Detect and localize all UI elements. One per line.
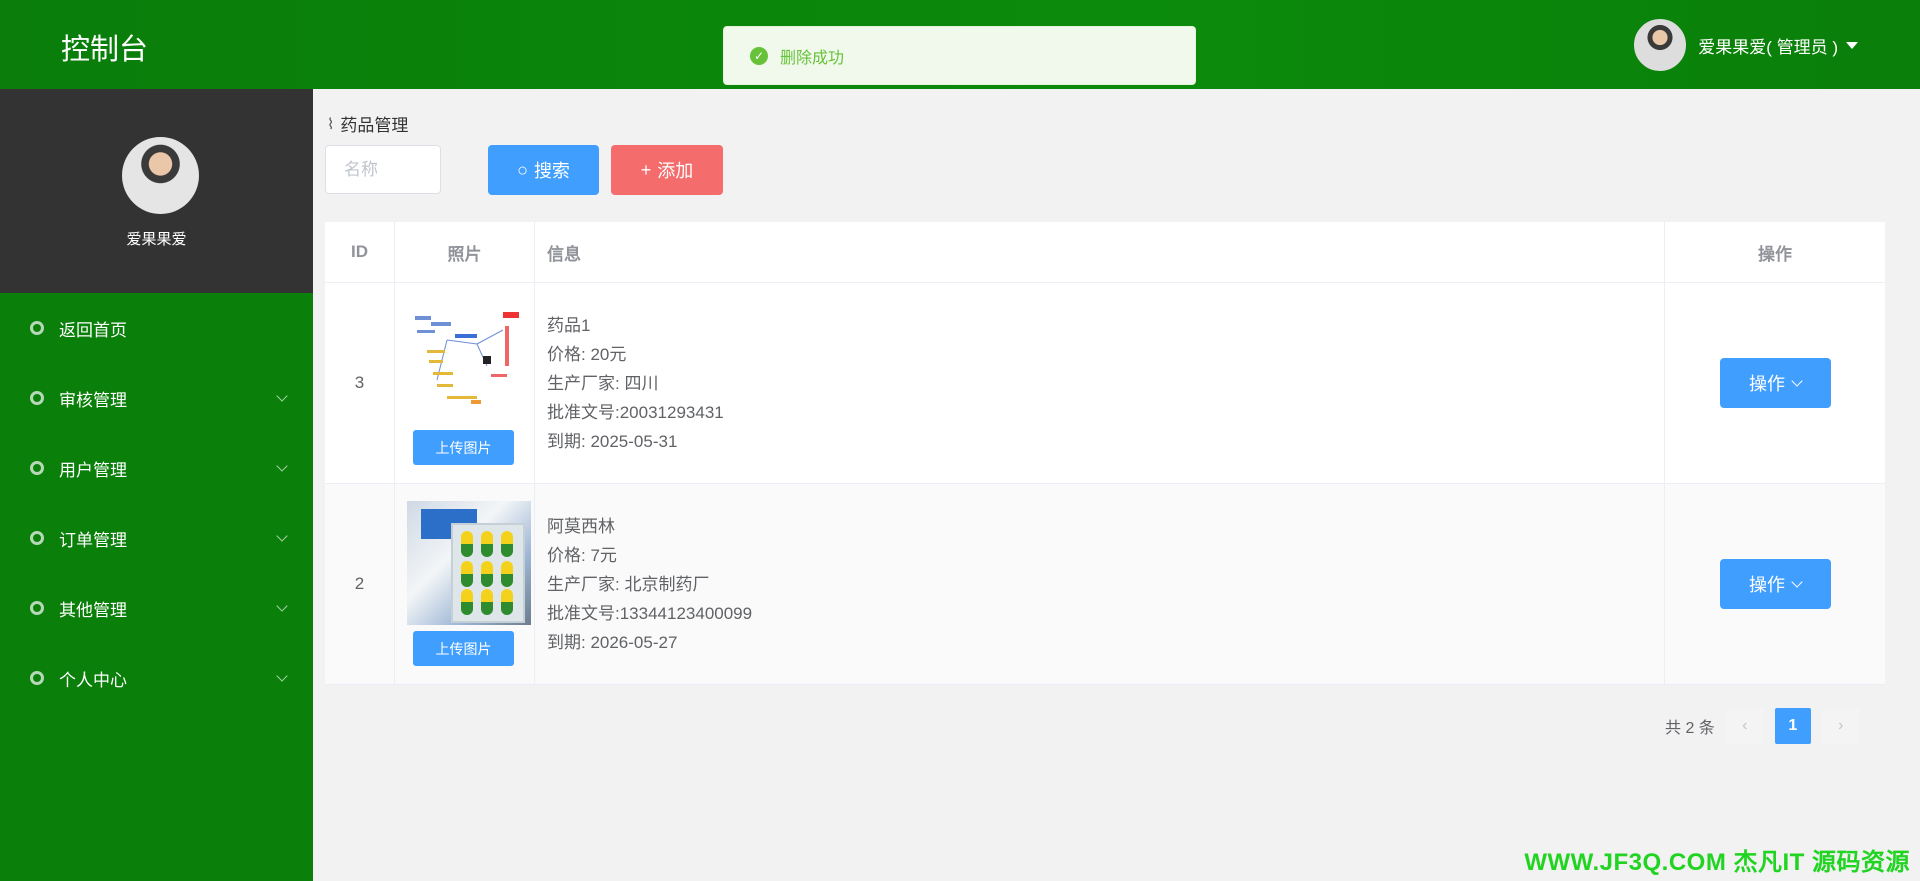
medicine-expiry: 到期: 2025-05-31 — [547, 431, 678, 451]
sidebar-profile: 爱果果爱 — [0, 89, 313, 293]
toast-message: 删除成功 — [780, 49, 845, 67]
profile-avatar — [122, 137, 199, 214]
row-op: 操作 — [1665, 484, 1885, 684]
add-button-label: 添加 — [657, 161, 694, 181]
table-row: 3 上传图片 药品1 价格: 20元 生产厂家: 四川 批准文号:2003129… — [325, 283, 1885, 484]
medicine-price: 价格: 7元 — [547, 545, 617, 565]
header-info: 信息 — [535, 222, 1665, 282]
sidebar-item-other[interactable]: 其他管理 — [0, 573, 313, 643]
sidebar-item-orders[interactable]: 订单管理 — [0, 503, 313, 573]
row-photo: 上传图片 — [395, 283, 535, 483]
search-button-label: 搜索 — [533, 161, 570, 181]
menu-dot-icon — [30, 531, 44, 545]
sidebar-item-home[interactable]: 返回首页 — [0, 293, 313, 363]
sidebar-item-label: 其他管理 — [59, 600, 127, 620]
header-op: 操作 — [1758, 244, 1792, 264]
next-page-button[interactable]: › — [1822, 708, 1859, 744]
medicine-maker: 生产厂家: 北京制药厂 — [547, 574, 710, 594]
medicine-approval: 批准文号:13344123400099 — [547, 603, 753, 623]
add-button[interactable]: + 添加 — [611, 145, 723, 195]
upload-image-button[interactable]: 上传图片 — [413, 430, 514, 465]
search-icon: ○ — [517, 159, 528, 180]
header-photo: 照片 — [395, 222, 535, 282]
check-circle-icon: ✓ — [750, 46, 768, 65]
prev-page-button[interactable]: ‹ — [1726, 708, 1763, 744]
chevron-down-icon — [1791, 576, 1803, 588]
chevron-down-icon — [276, 530, 288, 542]
medicine-table: ID 照片 信息 操作 3 上传图片 药品1 价格: 20元 生产厂家: 四川 … — [325, 222, 1885, 685]
sidebar-item-label: 订单管理 — [59, 530, 127, 550]
header-id: ID — [325, 222, 395, 282]
sidebar-menu: 返回首页 审核管理 用户管理 订单管理 其他管理 个人中心 — [0, 293, 313, 713]
medicine-maker: 生产厂家: 四川 — [547, 373, 659, 393]
avatar — [1634, 19, 1687, 71]
search-button[interactable]: ○ 搜索 — [488, 145, 599, 195]
menu-dot-icon — [30, 601, 44, 615]
breadcrumb: ⌇ 药品管理 — [327, 111, 408, 136]
sidebar: 爱果果爱 返回首页 审核管理 用户管理 订单管理 其他管理 个人中心 — [0, 89, 313, 881]
user-name: 爱果果爱( 管理员 ) — [1698, 37, 1838, 57]
menu-dot-icon — [30, 461, 44, 475]
search-input[interactable] — [325, 145, 441, 194]
chevron-down-icon — [276, 600, 288, 612]
operation-dropdown-button[interactable]: 操作 — [1719, 559, 1831, 609]
menu-dot-icon — [30, 391, 44, 405]
pagination: 共 2 条 ‹ 1 › — [1665, 708, 1859, 744]
profile-name: 爱果果爱 — [126, 231, 187, 248]
operation-dropdown-button[interactable]: 操作 — [1719, 358, 1831, 408]
row-info: 药品1 价格: 20元 生产厂家: 四川 批准文号:20031293431 到期… — [535, 283, 1665, 483]
caret-down-icon — [1846, 41, 1858, 49]
medicine-image — [407, 501, 531, 625]
sidebar-item-review[interactable]: 审核管理 — [0, 363, 313, 433]
op-label: 操作 — [1749, 374, 1785, 394]
op-label: 操作 — [1749, 575, 1785, 595]
sidebar-item-label: 返回首页 — [59, 320, 127, 340]
sidebar-item-profile[interactable]: 个人中心 — [0, 643, 313, 713]
app-title: 控制台 — [61, 34, 149, 66]
sidebar-item-users[interactable]: 用户管理 — [0, 433, 313, 503]
row-op: 操作 — [1665, 283, 1885, 483]
sidebar-item-label: 审核管理 — [59, 390, 127, 410]
paperclip-icon: ⌇ — [327, 115, 335, 133]
success-toast: ✓ 删除成功 — [723, 26, 1196, 85]
row-id: 3 — [325, 283, 395, 483]
sidebar-item-label: 用户管理 — [59, 460, 127, 480]
page-number-button[interactable]: 1 — [1774, 708, 1811, 744]
user-menu[interactable]: 爱果果爱( 管理员 ) — [1634, 19, 1858, 71]
chevron-down-icon — [276, 670, 288, 682]
pagination-total: 共 2 条 — [1665, 720, 1715, 737]
main-content: ⌇ 药品管理 ○搜索 +添加 ID 照片 信息 操作 3 — [313, 89, 1920, 881]
row-photo: 上传图片 — [395, 484, 535, 684]
medicine-image — [407, 300, 531, 424]
medicine-name: 药品1 — [547, 315, 591, 335]
upload-image-button[interactable]: 上传图片 — [413, 631, 514, 666]
breadcrumb-label: 药品管理 — [340, 116, 409, 135]
menu-dot-icon — [30, 671, 44, 685]
row-id: 2 — [325, 484, 395, 684]
chevron-down-icon — [1791, 375, 1803, 387]
medicine-approval: 批准文号:20031293431 — [547, 402, 724, 422]
medicine-expiry: 到期: 2026-05-27 — [547, 632, 678, 652]
table-header: ID 照片 信息 操作 — [325, 222, 1885, 283]
watermark: WWW.JF3Q.COM 杰凡IT 源码资源 — [1524, 849, 1910, 876]
medicine-name: 阿莫西林 — [547, 516, 615, 536]
medicine-price: 价格: 20元 — [547, 344, 627, 364]
menu-dot-icon — [30, 321, 44, 335]
plus-icon: + — [640, 159, 652, 180]
row-info: 阿莫西林 价格: 7元 生产厂家: 北京制药厂 批准文号:13344123400… — [535, 484, 1665, 684]
chevron-down-icon — [276, 460, 288, 472]
sidebar-item-label: 个人中心 — [59, 670, 127, 690]
table-row: 2 上传图片 阿莫西林 价格: 7元 生产厂家: 北京制药厂 批准文号:1334… — [325, 484, 1885, 685]
chevron-down-icon — [276, 390, 288, 402]
